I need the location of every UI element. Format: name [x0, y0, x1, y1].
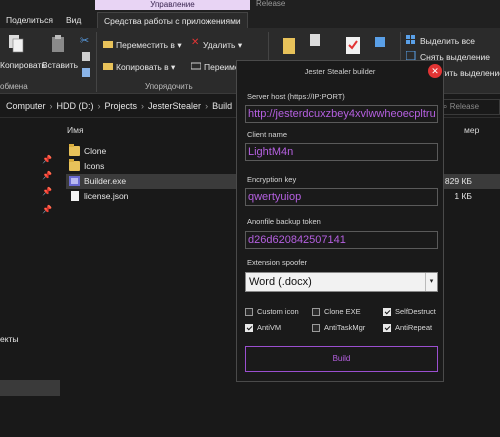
open-icon[interactable] [374, 36, 386, 48]
delete-icon: ✕ [191, 37, 200, 48]
copy-to-button[interactable]: Копировать в ▾ [116, 62, 175, 73]
paste-shortcut-icon[interactable] [80, 66, 92, 78]
checkbox-box[interactable] [383, 324, 391, 332]
group-organize-label: Упорядочить [145, 82, 193, 91]
copy-to-icon [103, 63, 113, 70]
file-size: 829 КБ [444, 176, 472, 186]
pin-icon[interactable]: 📌 [42, 155, 52, 164]
folder-icon [69, 144, 80, 156]
file-name: Icons [84, 161, 105, 171]
extension-spoofer-label: Extension spoofer [247, 258, 308, 267]
file-size: 1 КБ [454, 191, 472, 201]
crumb-build[interactable]: Build [212, 101, 232, 111]
tab-app-tools[interactable]: Средства работы с приложениями [97, 12, 248, 28]
select-all-icon [406, 35, 415, 44]
group-clipboard-label: обмена [0, 82, 28, 91]
build-button[interactable]: Build [245, 346, 438, 372]
move-to-button[interactable]: Переместить в ▾ [116, 40, 182, 51]
client-name-label: Client name [247, 130, 288, 139]
copy-icon[interactable] [8, 34, 24, 54]
checkbox-box[interactable] [312, 324, 320, 332]
server-host-input[interactable]: http://jesterdcuxzbey4xvlwwheoecpltru [245, 105, 438, 123]
file-name: license.json [84, 191, 129, 201]
builder-window: Jester Stealer builder ✕ Server host (ht… [236, 60, 444, 382]
ribbon-tab-bar: Управление Release Поделиться Вид Средст… [0, 0, 500, 28]
column-name[interactable]: Имя [67, 125, 84, 135]
cut-icon[interactable]: ✂ [80, 34, 89, 47]
crumb-projects[interactable]: Projects [105, 101, 138, 111]
checkbox-box[interactable] [245, 308, 253, 316]
manage-context-header[interactable]: Управление [95, 0, 250, 10]
checkbox-box[interactable] [312, 308, 320, 316]
window-title: Jester Stealer builder [304, 67, 376, 76]
properties-icon[interactable] [345, 36, 361, 56]
paste-icon[interactable] [50, 34, 66, 54]
search-placeholder: Release [449, 102, 480, 111]
new-item-icon[interactable] [308, 32, 322, 48]
crumb-computer[interactable]: Computer [6, 101, 46, 111]
chevron-down-icon[interactable]: ▾ [425, 273, 437, 291]
rename-icon [191, 62, 201, 70]
checkbox-box[interactable] [383, 308, 391, 316]
anonfile-token-input[interactable]: d26d620842507141 [245, 231, 438, 249]
nav-item-projects[interactable]: екты [0, 334, 19, 344]
paste-button[interactable]: Вставить [42, 60, 78, 70]
checkbox-label: Custom icon [257, 307, 299, 316]
delete-button[interactable]: Удалить ▾ [203, 40, 242, 51]
checkbox-label: Clone EXE [324, 307, 361, 316]
column-size[interactable]: мер [464, 125, 479, 135]
move-to-icon [103, 41, 113, 48]
ribbon-separator [96, 32, 97, 92]
tab-view[interactable]: Вид [60, 12, 87, 28]
checkbox-label: AntiRepeat [395, 323, 433, 332]
pin-icon[interactable]: 📌 [42, 205, 52, 214]
crumb-hdd[interactable]: HDD (D:) [57, 101, 94, 111]
checkbox-label: AntiTaskMgr [324, 323, 366, 332]
file-name: Builder.exe [84, 176, 127, 186]
pin-icon[interactable]: 📌 [42, 171, 52, 180]
breadcrumb[interactable]: Computer › HDD (D:) › Projects › JesterStealer… [6, 101, 232, 111]
nav-item-selected[interactable] [0, 380, 60, 396]
copy-path-icon[interactable] [80, 50, 92, 62]
anonfile-token-label: Anonfile backup token [247, 217, 321, 226]
folder-icon [69, 159, 80, 171]
crumb-jesterstealer[interactable]: JesterStealer [148, 101, 201, 111]
list-item[interactable]: Icons [66, 159, 236, 174]
encryption-key-input[interactable]: qwertyuiop [245, 188, 438, 206]
exe-icon [69, 176, 80, 186]
encryption-key-label: Encryption key [247, 175, 297, 184]
checkbox-label: SelfDestruct [395, 307, 436, 316]
tab-share[interactable]: Поделиться [0, 12, 59, 28]
close-icon[interactable]: ✕ [428, 64, 442, 78]
rename-button[interactable]: Переиме [204, 62, 240, 72]
release-context-header: Release [256, 0, 286, 8]
new-folder-icon[interactable] [282, 36, 296, 56]
checkbox-box[interactable] [245, 324, 253, 332]
client-name-input[interactable]: LightM4n [245, 143, 438, 161]
select-all-button[interactable]: Выделить все [420, 36, 475, 46]
server-host-label: Server host (https://IP:PORT) [247, 92, 345, 101]
extension-spoofer-select[interactable]: Word (.docx) ▾ [245, 272, 438, 292]
list-item[interactable]: Clone [66, 144, 236, 159]
search-input[interactable]: ⌕ Release [438, 99, 500, 115]
checkbox-label: AntiVM [257, 323, 282, 332]
extension-spoofer-value: Word (.docx) [249, 276, 312, 288]
list-item[interactable]: license.json [66, 189, 236, 204]
copy-button[interactable]: Копировать [0, 60, 46, 70]
file-name: Clone [84, 146, 107, 156]
pin-icon[interactable]: 📌 [42, 187, 52, 196]
json-file-icon [71, 191, 79, 201]
